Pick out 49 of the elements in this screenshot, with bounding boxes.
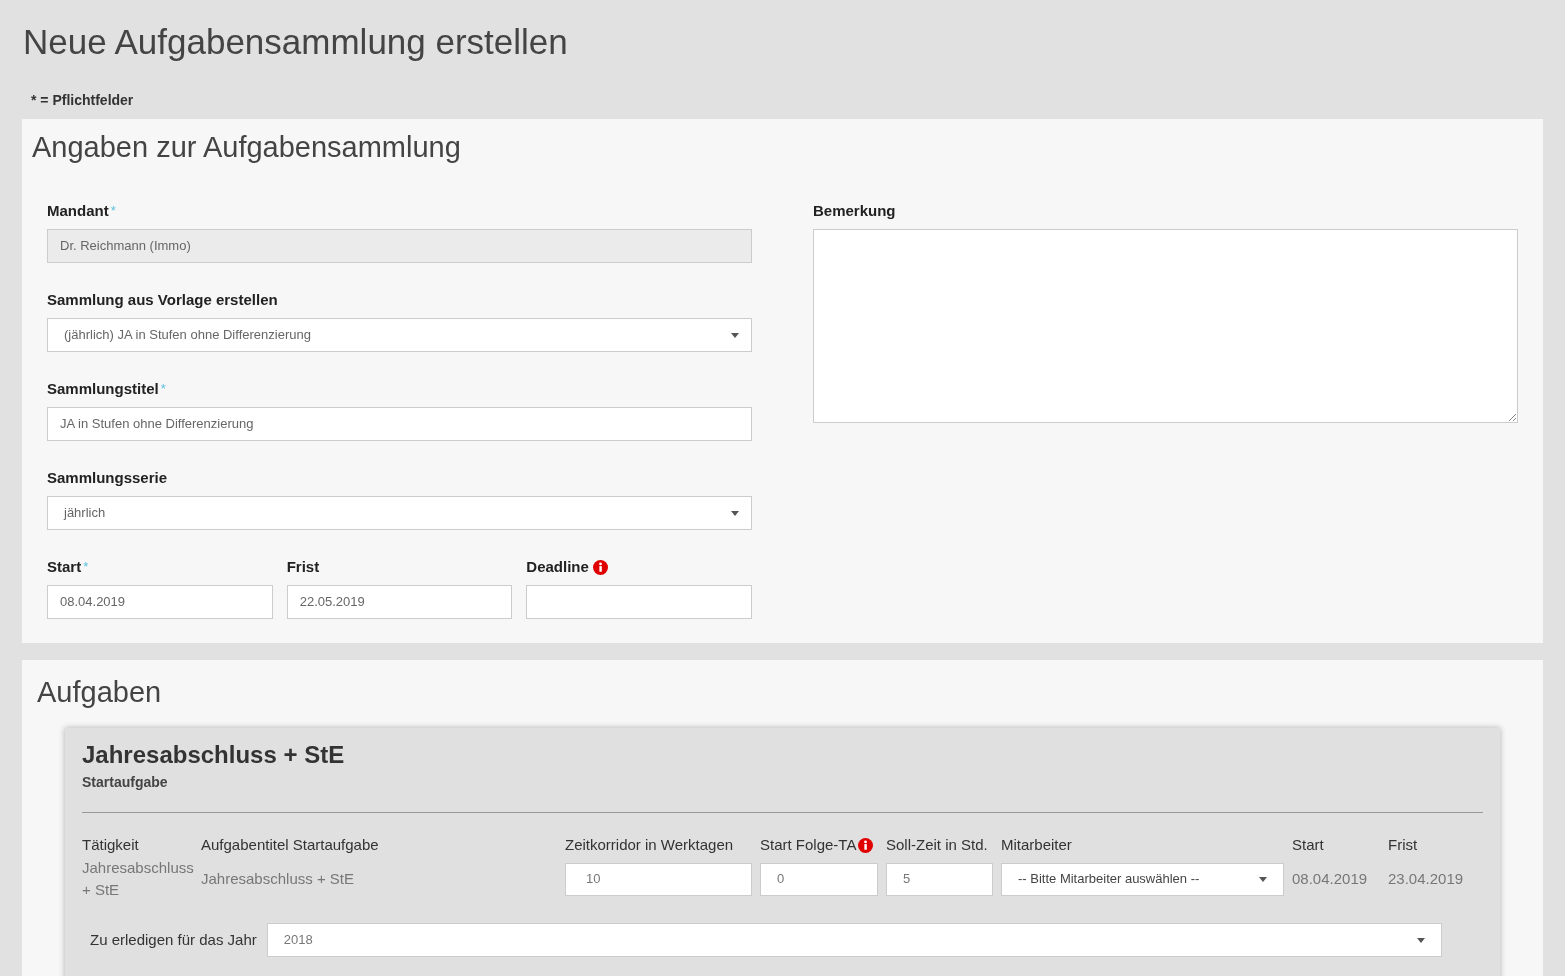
column-header: Frist <box>1388 834 1418 855</box>
date-field[interactable]: 22.05.2019 <box>286 585 513 619</box>
field-label: Sammlungstitel <box>47 378 159 399</box>
column-header: Zeitkorridor in Werktagen <box>565 834 734 855</box>
date-field[interactable] <box>526 585 752 619</box>
start-date: 08.04.2019 <box>1292 868 1369 889</box>
column-header: Mitarbeiter <box>1001 834 1072 855</box>
year-label: Zu erledigen für das Jahr <box>90 929 257 950</box>
caret-icon <box>731 332 739 338</box>
info-icon <box>858 837 874 853</box>
task-title: Jahresabschluss + StE <box>82 740 345 770</box>
column-header: Start <box>1292 834 1324 855</box>
page-title: Neue Aufgabensammlung erstellen <box>22 21 569 63</box>
select-field[interactable]: jährlich <box>47 496 752 530</box>
select-field[interactable]: (jährlich) JA in Stufen ohne Differenzierung <box>47 318 752 352</box>
column-header: Tätigkeit <box>82 834 139 855</box>
required-note: * = Pflichtfelder <box>30 91 134 110</box>
field-label: Frist <box>286 556 320 577</box>
input-field[interactable]: JA in Stufen ohne Differenzierung <box>47 407 752 441</box>
field-label: Deadline <box>526 556 589 577</box>
caret-icon <box>731 510 739 516</box>
activity-text: Jahresabschluss + StE <box>82 858 195 900</box>
field-label: Mandant <box>47 200 109 221</box>
input-field[interactable]: 10 <box>565 862 752 896</box>
required-asterisk: * <box>83 558 89 576</box>
due-date: 23.04.2019 <box>1388 868 1465 889</box>
section-title: Angaben zur Aufgabensammlung <box>32 130 461 165</box>
resize-handle-icon <box>1508 413 1516 421</box>
field-label: Start <box>47 556 82 577</box>
required-asterisk: * <box>160 380 166 398</box>
date-field[interactable]: 08.04.2019 <box>47 585 273 619</box>
field-label: Sammlungsserie <box>47 467 168 488</box>
year-select[interactable]: 2018 <box>266 923 1442 957</box>
select-field[interactable]: -- Bitte Mitarbeiter auswählen -- <box>1001 862 1284 896</box>
input-field[interactable]: 0 <box>760 862 878 896</box>
caret-icon <box>1416 937 1425 943</box>
input-field[interactable]: 5 <box>886 862 993 896</box>
column-header: Start Folge-TA <box>760 834 857 855</box>
column-header: Aufgabentitel Startaufgabe <box>201 834 379 855</box>
remark-textarea[interactable] <box>813 229 1518 423</box>
info-icon <box>592 559 608 575</box>
task-subtitle: Startaufgabe <box>82 773 168 792</box>
required-asterisk: * <box>110 202 116 220</box>
task-title-text: Jahresabschluss + StE <box>201 868 355 889</box>
column-header: Soll-Zeit in Std. <box>886 834 988 855</box>
caret-icon <box>1259 876 1267 882</box>
section-title: Aufgaben <box>37 675 162 710</box>
field-label: Sammlung aus Vorlage erstellen <box>47 289 278 310</box>
field-label: Bemerkung <box>813 200 896 221</box>
